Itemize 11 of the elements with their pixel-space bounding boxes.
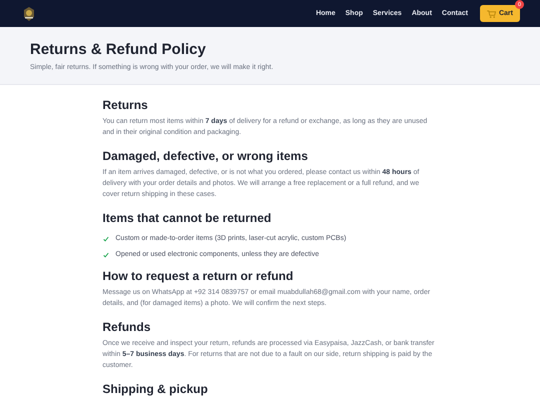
check-icon (102, 236, 108, 242)
section-heading: Shipping & pickup (102, 382, 209, 396)
check-icon (102, 252, 108, 258)
page-title: Returns & Refund Policy (30, 40, 207, 58)
section-heading: How to request a return or refund (102, 269, 294, 283)
section-heading: Items that cannot be returned (102, 211, 272, 225)
section-heading: Damaged, defective, or wrong items (102, 149, 309, 163)
section-heading: Refunds (102, 320, 152, 334)
cart-icon (486, 10, 496, 18)
section-heading: Returns (102, 98, 149, 112)
logo-icon[interactable] (23, 6, 35, 20)
